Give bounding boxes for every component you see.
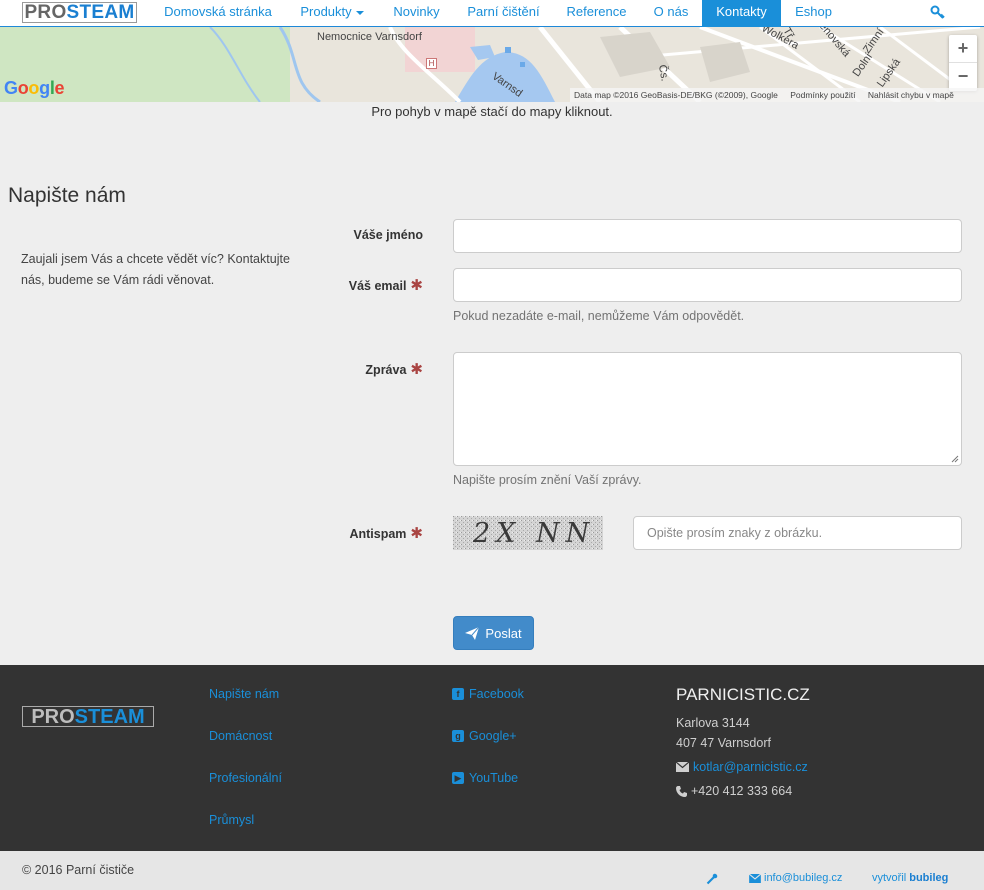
footer-link-contact[interactable]: Napište nám (209, 687, 279, 701)
nav-about[interactable]: O nás (641, 0, 701, 26)
support-email-text: info@bubileg.cz (764, 872, 843, 884)
antispam-label-text: Antispam (349, 527, 407, 541)
name-label: Váše jméno (163, 228, 423, 242)
map-attribution: Data map ©2016 GeoBasis-DE/BKG (©2009), … (570, 88, 984, 102)
footer-logo-pro-text: PRO (31, 705, 75, 728)
nav-steam-cleaning[interactable]: Parní čištění (455, 0, 552, 26)
send-button-label: Poslat (485, 625, 522, 641)
email-label-text: Váš email (348, 279, 407, 293)
map-zoom-control: + − (949, 35, 977, 91)
message-help-text: Napište prosím znění Vaší zprávy. (453, 473, 642, 487)
antispam-placeholder: Opište prosím znaky z obrázku. (647, 526, 823, 540)
map-hint-text: Pro pohyb v mapě stačí do mapy kliknout. (371, 104, 613, 119)
required-asterisk-icon: ✱ (410, 525, 423, 542)
youtube-label: YouTube (469, 771, 519, 785)
nav-contacts[interactable]: Kontakty (702, 0, 781, 27)
captcha-image: 2X NN (453, 516, 603, 550)
nav-products[interactable]: Produkty (286, 0, 378, 26)
footer-link-professional[interactable]: Profesionální (209, 771, 282, 785)
map-data-attribution: Data map ©2016 GeoBasis-DE/BKG (©2009), … (574, 90, 778, 100)
support-email-link[interactable]: info@bubileg.cz (749, 872, 842, 884)
captcha-text: 2X NN (473, 518, 596, 549)
name-label-text: Váše jméno (353, 228, 423, 242)
email-label: Váš email ✱ (163, 276, 423, 294)
map-street-label: Čs. (655, 63, 671, 83)
footer-logo-steam-text: STEAM (74, 705, 145, 728)
email-help-text: Pokud nezadáte e-mail, nemůžeme Vám odpo… (453, 309, 745, 323)
footer-link-industry[interactable]: Průmysl (209, 813, 254, 827)
logo-pro-text: PRO (24, 2, 67, 23)
antispam-label: Antispam ✱ (163, 524, 423, 542)
facebook-label: Facebook (469, 687, 524, 701)
contact-form-title: Napište nám (8, 184, 126, 207)
nav-products-label: Produkty (300, 4, 352, 19)
send-button[interactable]: Poslat (453, 616, 534, 650)
paper-plane-icon (465, 626, 480, 640)
caret-down-icon (355, 10, 364, 15)
required-asterisk-icon: ✱ (410, 361, 423, 378)
created-by-name: bubileg (909, 872, 949, 884)
logo-steam-text: STEAM (66, 2, 135, 23)
hospital-icon: H (426, 58, 437, 69)
footer-facebook-link[interactable]: f Facebook (452, 687, 524, 701)
google-plus-label: Google+ (469, 729, 517, 743)
map-terms-link[interactable]: Podmínky použití (790, 90, 855, 100)
nav-home[interactable]: Domovská stránka (153, 0, 283, 26)
prosteam-logo[interactable]: PRO STEAM (22, 2, 137, 23)
key-icon[interactable] (930, 4, 946, 20)
footer: PRO STEAM Napište nám Domácnost Profesion… (0, 665, 984, 851)
footer-company-name: PARNICISTIC.CZ (676, 685, 810, 704)
copyright-text: © 2016 Parní čističe (22, 863, 135, 877)
nav-eshop[interactable]: Eshop (783, 0, 844, 26)
nav-references[interactable]: Reference (554, 0, 639, 26)
envelope-icon (749, 873, 761, 883)
required-asterisk-icon: ✱ (410, 277, 423, 294)
phone-icon (676, 785, 687, 797)
bottom-bar: © 2016 Parní čističe info@bubileg.cz vyt… (0, 851, 984, 890)
email-input[interactable] (453, 268, 962, 302)
footer-city: 407 47 Varnsdorf (676, 736, 771, 750)
message-label-text: Zpráva (365, 363, 407, 377)
footer-phone: +420 412 333 664 (676, 784, 792, 798)
antispam-input[interactable]: Opište prosím znaky z obrázku. (633, 516, 962, 550)
map-hospital-label: Nemocnice Varnsdorf (317, 31, 422, 43)
message-textarea[interactable] (453, 352, 962, 466)
facebook-icon: f (452, 688, 464, 700)
name-input[interactable] (453, 219, 962, 253)
wrench-icon[interactable] (706, 873, 718, 885)
footer-email-link[interactable]: kotlar@parnicistic.cz (676, 760, 808, 774)
footer-google-plus-link[interactable]: g Google+ (452, 729, 517, 743)
nav-news[interactable]: Novinky (380, 0, 453, 26)
footer-link-household[interactable]: Domácnost (209, 729, 272, 743)
created-by-prefix: vytvořil (872, 872, 907, 884)
youtube-icon: ▶ (452, 772, 464, 784)
map-report-link[interactable]: Nahlásit chybu v mapě (868, 90, 954, 100)
envelope-icon (676, 762, 689, 772)
footer-email-text: kotlar@parnicistic.cz (693, 760, 808, 774)
footer-street: Karlova 3144 (676, 716, 750, 730)
google-plus-icon: g (452, 730, 464, 742)
footer-prosteam-logo[interactable]: PRO STEAM (22, 706, 154, 727)
google-logo[interactable]: Google (4, 78, 65, 99)
footer-phone-text: +420 412 333 664 (691, 784, 793, 798)
created-by-link[interactable]: vytvořil bubileg (872, 872, 948, 884)
zoom-in-button[interactable]: + (949, 35, 977, 63)
message-label: Zpráva ✱ (163, 360, 423, 378)
zoom-out-button[interactable]: − (949, 63, 977, 91)
google-map[interactable]: Nemocnice Varnsdorf H Varnsd Wolkera Šen… (0, 27, 984, 102)
footer-youtube-link[interactable]: ▶ YouTube (452, 771, 518, 785)
resize-grip-icon[interactable] (951, 455, 959, 463)
top-navbar: PRO STEAM Domovská stránka Produkty Novin… (0, 0, 984, 27)
